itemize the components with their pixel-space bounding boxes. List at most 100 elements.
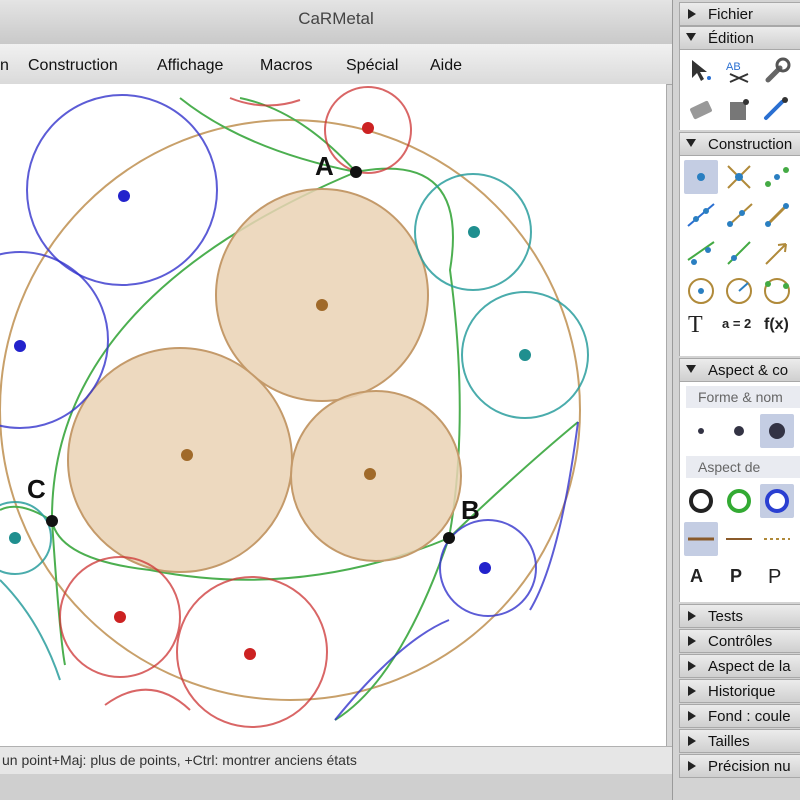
status-bar: un point+Maj: plus de points, +Ctrl: mon… [0,746,672,775]
intersection-tool-icon[interactable] [722,160,756,194]
line-tool-icon[interactable] [684,198,718,232]
rename-tool-icon[interactable]: AB [722,54,756,88]
magnet-tool-icon[interactable] [760,92,794,126]
point-size-large-tool[interactable] [760,414,794,448]
blue-arc-right[interactable] [529,421,579,611]
expanded-arrow-icon [686,365,696,373]
section-historique[interactable]: Historique [679,679,800,703]
show-value-icon[interactable]: P [730,566,764,600]
point-size-small-icon[interactable] [684,414,718,448]
construction-canvas[interactable]: A B C [0,84,667,746]
text-tool-icon[interactable]: T [688,312,722,346]
perpendicular-tool-icon[interactable] [722,236,756,270]
segment-tool-icon[interactable] [760,198,794,232]
pointer-tool-icon[interactable] [684,54,718,88]
section-fond[interactable]: Fond : coule [679,704,800,728]
expression-tool-icon[interactable]: a = 2 [722,316,756,350]
section-edition[interactable]: Édition [679,26,800,50]
status-text: un point+Maj: plus de points, +Ctrl: mon… [2,752,357,768]
midpoint-tool-icon[interactable] [760,160,794,194]
show-name-icon[interactable]: P [768,566,800,600]
section-construction[interactable]: Construction [679,132,800,156]
aspect-tools: Forme & nom Aspect de A P P [679,382,800,602]
menu-edition[interactable]: n [0,57,9,75]
edition-tools: AB [679,50,800,130]
red-arc-bottom[interactable] [104,688,191,711]
subheader-label: Forme & nom [698,389,783,405]
parallel-tool-icon[interactable] [684,236,718,270]
point-size-medium-icon[interactable] [722,414,756,448]
ray-tool-icon[interactable] [722,198,756,232]
center-point-teal-2[interactable] [519,349,531,361]
hide-tool-icon[interactable] [722,92,756,126]
title-bar: CaRMetal [0,0,672,45]
blue-arc-bottom[interactable] [334,619,450,721]
line-style-thick-tool[interactable] [684,522,718,556]
menu-construction[interactable]: Construction [28,57,118,75]
center-point-left[interactable] [181,449,193,461]
line-normal-icon[interactable] [722,522,756,556]
section-aspect[interactable]: Aspect & co [679,358,800,382]
section-label: Fichier [708,6,754,23]
section-tests[interactable]: Tests [679,604,800,628]
section-aspect-de-la[interactable]: Aspect de la [679,654,800,678]
center-point-top[interactable] [316,299,328,311]
line-thick-icon [688,537,714,541]
aspect-de-subheader: Aspect de [686,456,800,478]
center-point-blue-3[interactable] [479,562,491,574]
color-green-icon[interactable] [722,484,756,518]
collapsed-arrow-icon [688,711,696,721]
vector-tool-icon[interactable] [760,236,794,270]
section-label: Tests [708,608,744,625]
center-point-red-1[interactable] [362,122,374,134]
color-black-icon[interactable] [684,484,718,518]
window-bottom-strip [0,774,672,800]
function-tool-icon[interactable]: f(x) [764,316,798,350]
wrench-tool-icon[interactable] [760,54,794,88]
point-b[interactable] [443,532,455,544]
menu-affichage[interactable]: Affichage [157,57,223,75]
point-c[interactable] [46,515,58,527]
teal-arc-left[interactable] [0,579,61,681]
blue-circle-1[interactable] [26,94,218,286]
color-blue-tool[interactable] [760,484,794,518]
center-point-teal-3[interactable] [9,532,21,544]
section-label: Aspect & co [708,362,789,379]
section-label: Précision nu [708,758,791,775]
collapsed-arrow-icon [688,611,696,621]
center-point-teal-1[interactable] [468,226,480,238]
point-icon [697,173,705,181]
section-label: Historique [708,683,776,700]
show-label-icon[interactable]: A [690,566,724,600]
section-label: Contrôles [708,633,773,650]
section-controles[interactable]: Contrôles [679,629,800,653]
collapsed-arrow-icon [688,636,696,646]
filled-circle-top[interactable] [215,188,429,402]
point-size-large-icon [769,423,785,439]
filled-circle-left[interactable] [67,347,293,573]
center-point-blue-2[interactable] [14,340,26,352]
menu-special[interactable]: Spécial [346,57,398,75]
center-point-red-2[interactable] [114,611,126,623]
section-tailles[interactable]: Tailles [679,729,800,753]
center-point-blue-1[interactable] [118,190,130,202]
menu-aide[interactable]: Aide [430,57,462,75]
circle-3pts-tool-icon[interactable] [760,274,794,308]
point-a[interactable] [350,166,362,178]
section-label: Tailles [708,733,750,750]
menu-macros[interactable]: Macros [260,57,312,75]
circle-tool-icon[interactable] [684,274,718,308]
green-arc-l[interactable] [0,505,53,522]
filled-circle-right[interactable] [290,390,462,562]
section-precision[interactable]: Précision nu [679,754,800,778]
center-point-red-3[interactable] [244,648,256,660]
expanded-arrow-icon [686,33,696,41]
point-tool[interactable] [684,160,718,194]
geometry-drawing[interactable]: A B C [0,84,666,746]
green-arc-bl[interactable] [51,520,66,666]
center-point-right[interactable] [364,468,376,480]
section-fichier[interactable]: Fichier [679,2,800,26]
line-dotted-icon[interactable] [760,522,794,556]
eraser-tool-icon[interactable] [684,92,718,126]
circle-radius-tool-icon[interactable] [722,274,756,308]
